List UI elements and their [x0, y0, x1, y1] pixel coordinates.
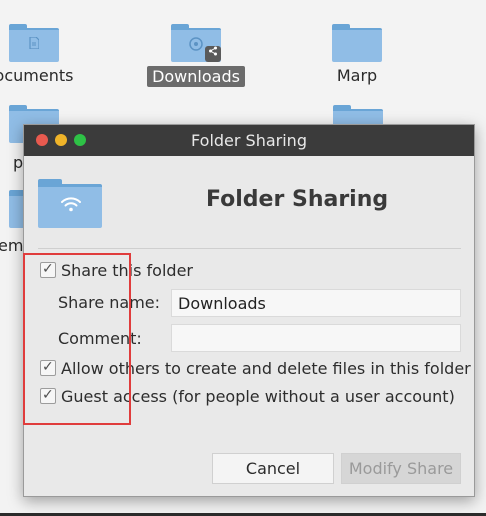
folder-label-partial: em: [0, 236, 24, 255]
close-window-button[interactable]: [36, 134, 48, 146]
dialog-heading: Folder Sharing: [206, 187, 389, 212]
document-icon: [27, 36, 41, 51]
folder-icon: [332, 24, 382, 62]
folder-marp[interactable]: Marp: [307, 24, 407, 85]
maximize-window-button[interactable]: [74, 134, 86, 146]
allow-others-checkbox-row[interactable]: ✓ Allow others to create and delete files…: [40, 358, 471, 380]
download-icon: [189, 37, 203, 51]
checkmark-icon: ✓: [42, 387, 54, 403]
minimize-window-button[interactable]: [55, 134, 67, 146]
guest-access-label: Guest access (for people without a user …: [61, 387, 455, 406]
share-folder-checkbox[interactable]: ✓: [40, 261, 56, 278]
guest-access-checkbox[interactable]: ✓: [40, 387, 56, 404]
folder-documents[interactable]: ocuments: [0, 24, 84, 85]
checkmark-icon: ✓: [42, 261, 54, 277]
window-title: Folder Sharing: [191, 131, 307, 150]
comment-label: Comment:: [58, 329, 142, 348]
checkmark-icon: ✓: [42, 359, 54, 375]
folder-icon: [171, 24, 221, 62]
comment-input[interactable]: [171, 324, 461, 352]
allow-others-label: Allow others to create and delete files …: [61, 359, 471, 378]
dialog-titlebar[interactable]: Folder Sharing: [24, 125, 474, 156]
separator: [38, 248, 461, 249]
share-name-label: Share name:: [58, 293, 161, 312]
share-folder-checkbox-row[interactable]: ✓ Share this folder: [40, 260, 193, 282]
folder-sharing-dialog: Folder Sharing Folder Sharing ✓ Share thi…: [23, 124, 475, 497]
cancel-button[interactable]: Cancel: [212, 453, 334, 484]
share-folder-label: Share this folder: [61, 261, 193, 280]
desktop: ocuments Downloads Marp p em Folder Shar…: [0, 0, 486, 513]
guest-access-checkbox-row[interactable]: ✓ Guest access (for people without a user…: [40, 386, 455, 408]
modify-share-button[interactable]: Modify Share: [341, 453, 461, 484]
network-share-icon: [61, 197, 81, 212]
folder-label: ocuments: [0, 66, 74, 85]
folder-label-partial: p: [13, 153, 24, 172]
folder-label: Marp: [336, 66, 378, 85]
shared-folder-icon: [38, 179, 102, 228]
folder-downloads[interactable]: Downloads: [146, 24, 246, 87]
folder-label-selected: Downloads: [147, 66, 245, 87]
share-icon: [205, 46, 221, 62]
folder-icon: [9, 24, 59, 62]
share-name-input[interactable]: [171, 289, 461, 317]
allow-others-checkbox[interactable]: ✓: [40, 359, 56, 376]
